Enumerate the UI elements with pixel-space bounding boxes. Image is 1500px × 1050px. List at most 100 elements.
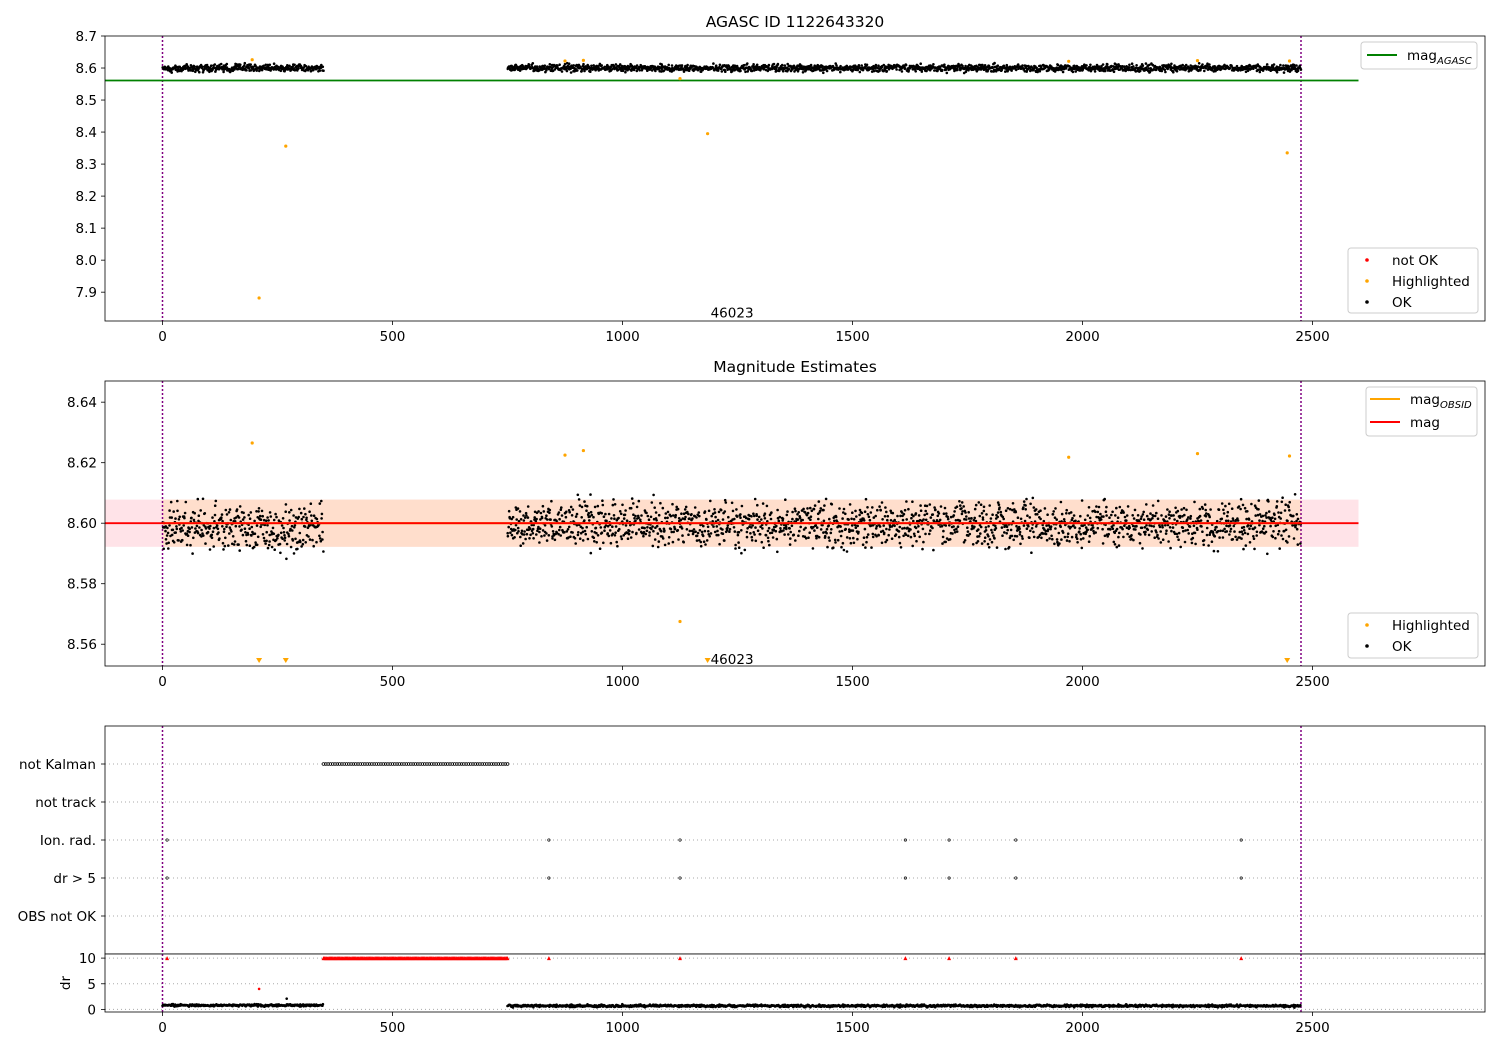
ok-point (565, 510, 568, 514)
ok-point (592, 515, 595, 519)
ok-point (619, 535, 623, 538)
ok-point (529, 533, 532, 537)
ok-point (862, 519, 866, 522)
ok-point (540, 516, 544, 520)
ok-point (651, 544, 655, 548)
ok-point (756, 503, 759, 507)
ok-point (588, 519, 591, 522)
ok-point (547, 534, 551, 537)
ok-point (720, 70, 724, 73)
ok-point (506, 531, 510, 535)
ok-point (1133, 508, 1137, 512)
ok-point (1296, 69, 1300, 73)
ok-point (893, 518, 896, 522)
ok-point (946, 517, 950, 521)
ok-point (1227, 519, 1230, 523)
ok-point (241, 533, 245, 537)
ok-point (258, 514, 262, 518)
ok-point (854, 526, 858, 529)
ok-point (732, 526, 736, 529)
ok-point (602, 541, 605, 545)
x-tick-label: 2500 (1295, 674, 1329, 690)
ok-point (249, 511, 253, 514)
ok-point (676, 507, 680, 511)
ok-point (1101, 63, 1105, 66)
ok-point (719, 508, 723, 512)
ok-point (1168, 517, 1171, 520)
ok-point (723, 498, 727, 502)
ok-point (701, 534, 705, 538)
ok-point (838, 507, 841, 510)
ok-point (1110, 513, 1113, 517)
ok-point (646, 514, 650, 518)
ok-point (174, 517, 177, 520)
ok-point (275, 515, 278, 519)
ok-point (228, 532, 231, 535)
ok-point (525, 532, 529, 536)
ok-point (1083, 518, 1087, 522)
ok-point (707, 509, 711, 513)
ok-point (750, 535, 754, 539)
ok-point (839, 64, 842, 68)
ok-point (284, 503, 288, 506)
ok-point (566, 528, 570, 531)
x-tick-label: 1500 (835, 329, 869, 345)
ok-point (798, 516, 802, 520)
highlighted-point (678, 619, 682, 624)
ok-point (780, 63, 784, 67)
ok-point (1253, 526, 1257, 529)
legend-highlighted-label: Highlighted (1392, 274, 1470, 290)
ok-point (1096, 526, 1100, 530)
ok-point (717, 510, 721, 514)
ok-point (683, 508, 687, 511)
ok-point (515, 518, 518, 521)
ok-point (1126, 505, 1130, 508)
ok-point (818, 509, 822, 513)
ok-point (849, 541, 853, 545)
ok-point (549, 518, 552, 521)
ok-point (538, 541, 541, 544)
ok-point (309, 502, 313, 506)
ok-point (1132, 65, 1135, 68)
ok-point (1080, 546, 1084, 550)
ok-point (590, 513, 594, 517)
ok-point (817, 517, 820, 521)
ok-point (769, 517, 773, 521)
ok-point (913, 534, 916, 538)
ok-point (785, 527, 788, 531)
ok-point (1140, 526, 1144, 530)
ok-point (1237, 505, 1241, 508)
ok-point (178, 515, 181, 519)
ok-point (222, 548, 225, 551)
dr-point (321, 1002, 325, 1006)
ok-point (822, 508, 825, 512)
ok-point (170, 533, 174, 537)
ok-point (612, 498, 615, 501)
ok-point (600, 64, 603, 67)
ok-point (952, 514, 956, 517)
ok-point (708, 535, 711, 538)
plot-area (105, 36, 1485, 321)
ok-point (917, 525, 920, 528)
ok-point (974, 519, 978, 523)
ok-point (1177, 531, 1181, 535)
ok-point (684, 505, 688, 509)
ok-point (245, 69, 248, 72)
ok-point (188, 530, 191, 534)
ok-point (825, 531, 828, 535)
ok-point (878, 505, 881, 508)
ok-point (782, 529, 785, 532)
ok-point (1107, 532, 1110, 536)
ok-point (583, 529, 587, 533)
ok-point (725, 529, 729, 532)
ok-point (1156, 517, 1160, 520)
ok-point (212, 545, 215, 548)
ok-point (1069, 511, 1073, 514)
y-tick-label: 8.1 (76, 221, 97, 237)
ok-point (578, 537, 582, 540)
ok-point (1176, 535, 1179, 539)
ok-point (1247, 518, 1251, 521)
ok-point (1022, 500, 1026, 503)
ok-point (629, 536, 633, 539)
ok-point (743, 63, 746, 67)
